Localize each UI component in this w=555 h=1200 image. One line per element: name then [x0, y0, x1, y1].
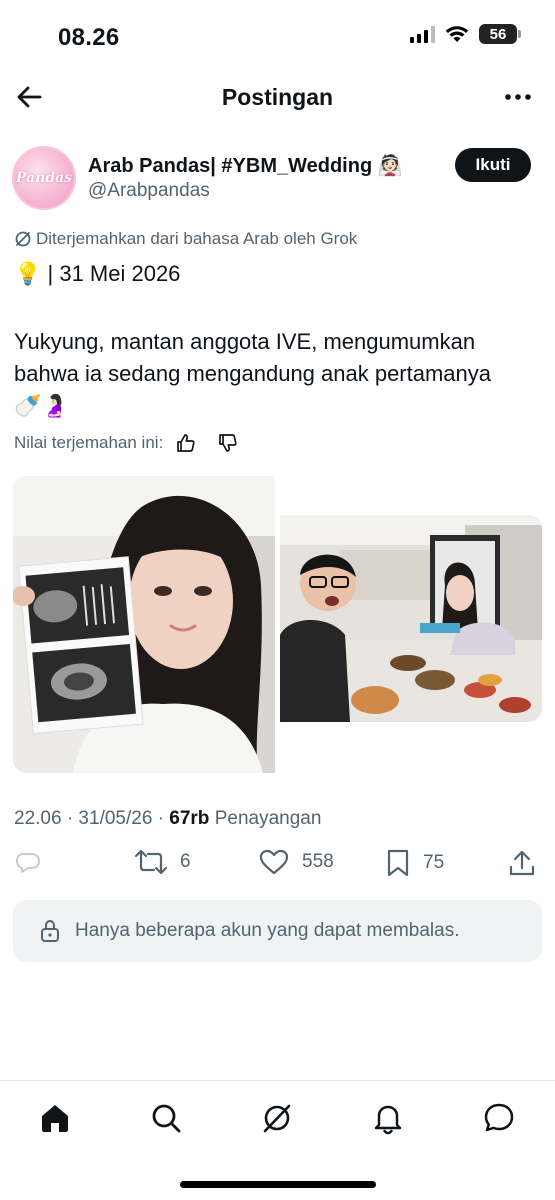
lock-icon [41, 919, 59, 942]
reply-button[interactable] [14, 848, 42, 876]
messages-icon[interactable] [482, 1101, 516, 1135]
post-meta: 22.06 · 31/05/26 · 67rb Penayangan [14, 808, 321, 830]
reply-restriction-text: Hanya beberapa akun yang dapat membalas. [75, 920, 460, 941]
translation-note[interactable]: Diterjemahkan dari bahasa Arab oleh Grok [14, 229, 357, 249]
more-options-icon[interactable] [503, 84, 533, 110]
post-timestamp: 22.06 · 31/05/26 · [14, 808, 170, 829]
like-button[interactable]: 558 [258, 848, 334, 876]
bookmark-count: 75 [423, 852, 445, 873]
status-icons: 56 [410, 24, 521, 44]
status-time: 08.26 [58, 24, 120, 51]
search-icon[interactable] [149, 1101, 183, 1135]
photo-dinner-table-illustration [280, 515, 542, 722]
share-icon [509, 850, 535, 876]
thumbs-down-icon[interactable] [217, 432, 239, 454]
battery-icon: 56 [479, 24, 521, 44]
reply-icon [16, 853, 40, 873]
top-app-bar: Postingan [0, 72, 555, 124]
views-count: 67rb [169, 808, 210, 829]
cellular-signal-icon [410, 25, 435, 43]
post-date-line: 💡 | 31 Mei 2026 [14, 261, 181, 286]
grok-nav-icon[interactable] [260, 1101, 294, 1135]
post-image-dinner-table[interactable] [280, 515, 542, 722]
post-body-line-1: Yukyung, mantan anggota IVE, mengumumkan [14, 329, 476, 354]
reply-restriction-notice: Hanya beberapa akun yang dapat membalas. [13, 900, 542, 962]
share-button[interactable] [508, 848, 536, 878]
page-title: Postingan [221, 84, 334, 110]
status-bar: 08.26 56 [0, 0, 555, 70]
author-name[interactable]: Arab Pandas| #YBM_Wedding 👰🏻 [88, 153, 403, 178]
post-image-woman-ultrasound[interactable] [13, 476, 275, 773]
post-body-line-3: 🍼🤰🏻 [14, 393, 69, 418]
translation-note-text: Diterjemahkan dari bahasa Arab oleh Grok [36, 229, 358, 248]
avatar[interactable]: Pandas [12, 146, 76, 210]
wifi-icon [445, 26, 469, 42]
like-count: 558 [302, 851, 334, 872]
post-actions-bar: 6 558 75 [0, 848, 555, 888]
author-handle[interactable]: @Arabpandas [88, 180, 210, 202]
photo-woman-ultrasound-illustration [13, 476, 275, 773]
avatar-logo-text: Pandas [15, 170, 73, 186]
repost-icon [134, 849, 168, 875]
post-body-line-2: bahwa ia sedang mengandung anak pertaman… [14, 361, 492, 386]
bookmark-icon [387, 849, 409, 877]
bookmark-button[interactable]: 75 [385, 848, 444, 878]
rate-translation-row: Nilai terjemahan ini: [14, 432, 239, 454]
home-indicator [180, 1181, 376, 1188]
repost-count: 6 [180, 851, 191, 872]
home-icon[interactable] [38, 1101, 72, 1135]
views-label: Penayangan [214, 808, 322, 829]
rate-translation-label: Nilai terjemahan ini: [14, 433, 164, 452]
grok-icon [15, 231, 31, 247]
heart-icon [259, 849, 289, 875]
follow-button[interactable]: Ikuti [455, 148, 531, 182]
thumbs-up-icon[interactable] [175, 432, 197, 454]
repost-button[interactable]: 6 [134, 848, 191, 876]
notifications-bell-icon[interactable] [371, 1101, 405, 1135]
